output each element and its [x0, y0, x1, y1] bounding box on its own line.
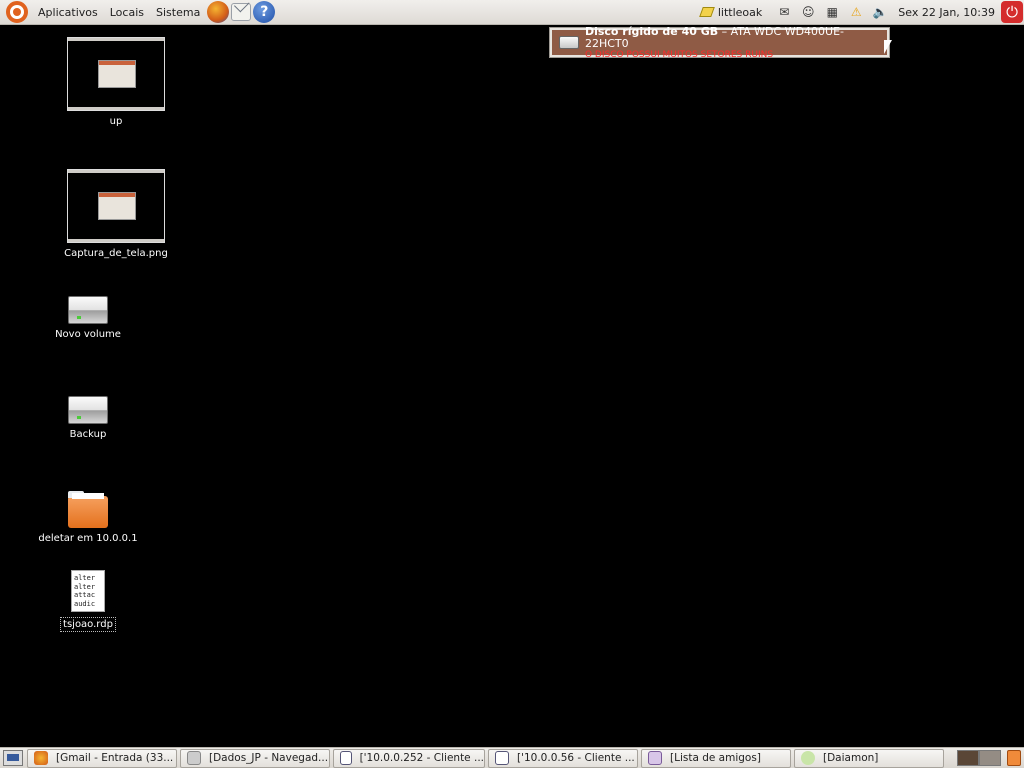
- doc-preview-line: alter: [74, 574, 96, 582]
- task-daiamon[interactable]: [Daiamon]: [794, 748, 944, 768]
- rdp-window-icon: [495, 751, 509, 765]
- task-label: [Gmail - Entrada (33...: [56, 752, 174, 764]
- desktop-icon-label: Captura_de_tela.png: [64, 248, 168, 259]
- browser-window-icon: [187, 751, 201, 765]
- trash-icon[interactable]: [1007, 750, 1021, 766]
- system-tray: littleoak ✉ ☺ ▦ ⚠ 🔈 Sex 22 Jan, 10:39 ⏻: [695, 0, 1024, 25]
- desktop-icon-backup[interactable]: Backup: [48, 396, 128, 440]
- screenshot-thumbnail-icon: [67, 37, 165, 111]
- task-label: [Daiamon]: [823, 752, 879, 764]
- show-desktop-icon[interactable]: [3, 750, 23, 766]
- text-document-icon: alter alter attac audic: [71, 570, 105, 612]
- top-panel: Aplicativos Locais Sistema ? littleoak ✉…: [0, 0, 1024, 25]
- task-cliente-252[interactable]: ['10.0.0.252 - Cliente ...: [333, 748, 485, 768]
- user-switcher[interactable]: littleoak: [695, 6, 772, 19]
- help-icon[interactable]: ?: [253, 1, 276, 23]
- desktop-icon-label: deletar em 10.0.0.1: [38, 533, 138, 544]
- volume-icon[interactable]: 🔈: [871, 3, 889, 21]
- doc-preview-line: alter: [74, 582, 96, 591]
- drive-icon: [68, 396, 108, 424]
- ubuntu-logo-icon[interactable]: [6, 1, 28, 23]
- task-label: ['10.0.0.252 - Cliente ...: [359, 752, 484, 764]
- workspace-1[interactable]: [957, 750, 979, 766]
- task-cliente-56[interactable]: ['10.0.0.56 - Cliente ...: [488, 748, 638, 768]
- workspace-switcher: [957, 750, 1024, 766]
- username: littleoak: [717, 5, 763, 19]
- workspace-2[interactable]: [979, 750, 1001, 766]
- doc-preview-line: attac: [74, 591, 96, 599]
- task-lista-amigos[interactable]: [Lista de amigos]: [641, 748, 791, 768]
- firefox-icon: [34, 751, 48, 765]
- notification-title-line: Disco rígido de 40 GB – ATA WDC WD400UE-…: [585, 25, 887, 50]
- disk-warning-icon[interactable]: ⚠: [847, 3, 865, 21]
- desktop-icon-label: up: [109, 116, 123, 127]
- user-status-icon: [699, 7, 715, 17]
- chat-smiley-icon[interactable]: ☺: [799, 3, 817, 21]
- task-label: ['10.0.0.56 - Cliente ...: [517, 752, 635, 764]
- drive-icon: [68, 296, 108, 324]
- desktop-icon-deletar[interactable]: deletar em 10.0.0.1: [36, 491, 140, 544]
- mail-notify-icon[interactable]: ✉: [775, 3, 793, 21]
- desktop-icon-tsjoao[interactable]: alter alter attac audic tsjoao.rdp: [48, 570, 128, 632]
- power-icon[interactable]: ⏻: [1001, 1, 1023, 23]
- network-icon[interactable]: ▦: [823, 3, 841, 21]
- menu-sistema[interactable]: Sistema: [150, 0, 206, 25]
- menu-locais[interactable]: Locais: [104, 0, 150, 25]
- task-label: [Lista de amigos]: [670, 752, 761, 764]
- desktop-icon-label: tsjoao.rdp: [60, 617, 116, 632]
- desktop-icon-label: Backup: [69, 429, 107, 440]
- desktop-icon-up[interactable]: up: [66, 37, 166, 127]
- hard-disk-icon: [559, 36, 579, 49]
- screenshot-thumbnail-icon: [67, 169, 165, 243]
- task-dados-jp[interactable]: [Dados_JP - Navegad...: [180, 748, 330, 768]
- pidgin-icon: [648, 751, 662, 765]
- desktop-icon-novo-volume[interactable]: Novo volume: [48, 296, 128, 340]
- disk-warning-notification[interactable]: Disco rígido de 40 GB – ATA WDC WD400UE-…: [549, 25, 890, 60]
- menu-aplicativos[interactable]: Aplicativos: [32, 0, 104, 25]
- notification-message: O DISCO POSSUI MUITOS SETORES RUINS: [584, 49, 774, 60]
- chat-window-icon: [801, 751, 815, 765]
- task-label: [Dados_JP - Navegad...: [209, 752, 329, 764]
- doc-preview-line: audic: [74, 599, 96, 608]
- desktop-icon-label: Novo volume: [55, 329, 121, 340]
- mail-icon[interactable]: [231, 3, 252, 21]
- desktop-icon-captura[interactable]: Captura_de_tela.png: [56, 169, 176, 259]
- bottom-panel: [Gmail - Entrada (33... [Dados_JP - Nave…: [0, 747, 1024, 768]
- firefox-icon[interactable]: [207, 1, 230, 23]
- network-folder-icon: [68, 491, 108, 528]
- task-gmail[interactable]: [Gmail - Entrada (33...: [27, 748, 177, 768]
- clock[interactable]: Sex 22 Jan, 10:39: [892, 6, 1001, 19]
- mouse-cursor-icon: [884, 40, 892, 54]
- rdp-window-icon: [340, 751, 352, 765]
